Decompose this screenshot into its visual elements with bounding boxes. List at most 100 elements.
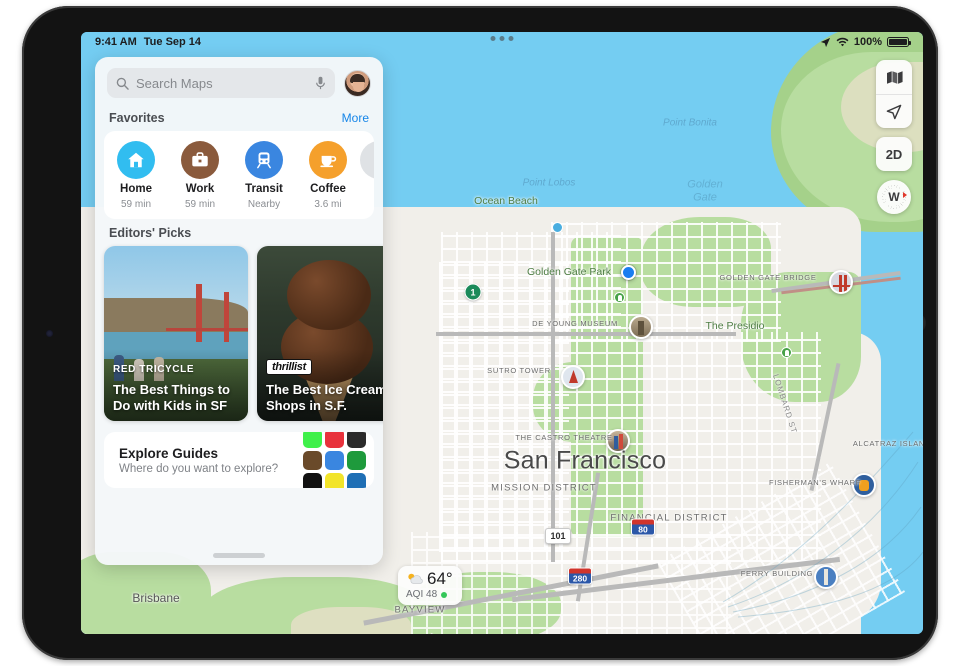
favorite-label: Transit bbox=[245, 183, 283, 195]
multitask-dot bbox=[508, 36, 514, 41]
status-bar-left: 9:41 AM Tue Sep 14 bbox=[95, 36, 201, 48]
ferry-routes bbox=[722, 431, 923, 618]
presidio-pin[interactable] bbox=[781, 347, 792, 358]
card-brand: thrillist bbox=[266, 359, 312, 375]
ipad-screen: Point Bonita Point Lobos Golden Gate Ocean … bbox=[81, 32, 923, 634]
guide-app-icon[interactable] bbox=[303, 472, 322, 488]
battery-icon bbox=[887, 37, 911, 47]
multitask-control[interactable] bbox=[490, 36, 514, 41]
sutro-tower-poi[interactable] bbox=[561, 365, 585, 389]
search-icon bbox=[116, 77, 129, 90]
favorite-partial-next[interactable] bbox=[360, 141, 374, 179]
guide-app-icon[interactable] bbox=[325, 472, 344, 488]
road-highway-1 bbox=[436, 332, 736, 336]
street-grid-richmond bbox=[551, 222, 781, 342]
editors-picks-header: Editors' Picks bbox=[95, 219, 383, 246]
map-controls: 2D W bbox=[876, 60, 912, 214]
map-control-stack bbox=[876, 60, 912, 128]
golden-gate-bridge-poi[interactable] bbox=[829, 270, 853, 294]
weather-temperature: 64° bbox=[427, 569, 453, 588]
favorite-transit[interactable]: Transit Nearby bbox=[232, 141, 296, 210]
locate-me-button[interactable] bbox=[876, 94, 912, 128]
ferry-building-poi[interactable] bbox=[814, 565, 838, 589]
briefcase-icon bbox=[181, 141, 219, 179]
street-grid-sunset bbox=[439, 262, 569, 552]
guide-app-icon[interactable] bbox=[325, 450, 344, 470]
guide-app-icon[interactable] bbox=[347, 450, 366, 470]
favorite-coffee[interactable]: Coffee 3.6 mi bbox=[296, 141, 360, 210]
guide-app-icon[interactable] bbox=[303, 432, 322, 448]
location-arrow-icon bbox=[820, 37, 830, 47]
guide-app-icon[interactable] bbox=[325, 432, 344, 448]
favorite-label: Coffee bbox=[310, 183, 346, 195]
map-icon bbox=[886, 70, 903, 84]
card-brand: RED TRICYCLE bbox=[113, 364, 195, 375]
favorite-sublabel: 3.6 mi bbox=[314, 199, 342, 210]
card-title: The Best Ice Cream Shops in S.F. bbox=[266, 382, 383, 413]
search-row: Search Maps bbox=[95, 57, 383, 104]
compass-control[interactable]: W bbox=[877, 180, 911, 214]
search-input[interactable]: Search Maps bbox=[107, 68, 335, 98]
train-icon bbox=[245, 141, 283, 179]
aqi-label: AQI 48 bbox=[406, 589, 438, 600]
editors-pick-card[interactable]: RED TRICYCLE The Best Things to Do with … bbox=[104, 246, 248, 421]
multitask-dot bbox=[499, 36, 505, 41]
favorites-more-button[interactable]: More bbox=[342, 111, 369, 125]
status-time: 9:41 AM bbox=[95, 36, 137, 48]
route-shield: 1 bbox=[464, 283, 482, 301]
home-icon bbox=[117, 141, 155, 179]
status-bar: 9:41 AM Tue Sep 14 100% bbox=[81, 32, 923, 52]
explore-guides-card[interactable]: Explore Guides Where do you want to expl… bbox=[104, 432, 374, 488]
editors-picks-title: Editors' Picks bbox=[109, 226, 192, 240]
panel-drag-handle[interactable] bbox=[213, 553, 265, 558]
fishermans-wharf-poi[interactable] bbox=[852, 473, 876, 497]
coffee-cup-icon bbox=[309, 141, 347, 179]
explore-guides-subtitle: Where do you want to explore? bbox=[119, 462, 279, 475]
multitask-dot bbox=[490, 36, 496, 41]
favorite-sublabel: Nearby bbox=[247, 199, 281, 210]
front-camera-icon bbox=[46, 330, 53, 337]
card-title: The Best Things to Do with Kids in SF bbox=[113, 382, 230, 413]
route-shield: 80 bbox=[631, 518, 655, 536]
map-style-button[interactable] bbox=[876, 60, 912, 94]
route-shield: 101 bbox=[545, 528, 571, 544]
favorite-label: Work bbox=[185, 183, 215, 195]
open-space-tan bbox=[291, 607, 411, 634]
wifi-icon bbox=[836, 37, 849, 46]
guide-app-icon[interactable] bbox=[347, 472, 366, 488]
weather-aqi: AQI 48 bbox=[406, 590, 453, 600]
aqi-status-dot bbox=[441, 592, 448, 598]
location-arrow-icon bbox=[886, 104, 902, 119]
explore-guides-text: Explore Guides Where do you want to expl… bbox=[119, 446, 278, 475]
guide-app-icon[interactable] bbox=[303, 450, 322, 470]
route-shield: 280 bbox=[568, 567, 592, 585]
favorites-title: Favorites bbox=[109, 111, 165, 125]
favorites-header: Favorites More bbox=[95, 104, 383, 131]
guide-icon-grid bbox=[303, 432, 366, 488]
road-19th-ave bbox=[551, 232, 555, 562]
favorite-sublabel: 59 min bbox=[120, 199, 151, 210]
favorite-home[interactable]: Home 59 min bbox=[104, 141, 168, 210]
avatar[interactable] bbox=[344, 69, 371, 97]
user-location-dot bbox=[621, 265, 636, 280]
guide-app-icon[interactable] bbox=[347, 432, 366, 448]
editors-picks-row: RED TRICYCLE The Best Things to Do with … bbox=[95, 246, 383, 421]
explore-guides-title: Explore Guides bbox=[119, 445, 219, 461]
favorite-work[interactable]: Work 59 min bbox=[168, 141, 232, 210]
weather-top-row: 64° bbox=[406, 570, 453, 587]
map-dimension-toggle[interactable]: 2D bbox=[876, 137, 912, 171]
compass-needle-icon bbox=[903, 192, 907, 198]
de-young-museum-poi[interactable] bbox=[629, 315, 653, 339]
status-bar-right: 100% bbox=[820, 36, 911, 48]
golden-gate-park-pin[interactable] bbox=[614, 292, 625, 303]
ocean-beach-pin[interactable] bbox=[552, 222, 563, 233]
battery-percent-label: 100% bbox=[853, 36, 882, 48]
favorite-label: Home bbox=[120, 183, 152, 195]
microphone-icon[interactable] bbox=[315, 76, 326, 90]
favorites-card: Home 59 min Work 59 min Transit Nearby Coffee 3… bbox=[104, 131, 374, 219]
editors-pick-card[interactable]: thrillist The Best Ice Cream Shops in S.… bbox=[257, 246, 383, 421]
search-placeholder: Search Maps bbox=[136, 75, 213, 91]
castro-theatre-poi[interactable] bbox=[606, 429, 630, 453]
weather-widget[interactable]: 64° AQI 48 bbox=[398, 566, 462, 605]
maps-sidebar-panel: Search Maps Favorites More Home 59 min Wor… bbox=[95, 57, 383, 565]
